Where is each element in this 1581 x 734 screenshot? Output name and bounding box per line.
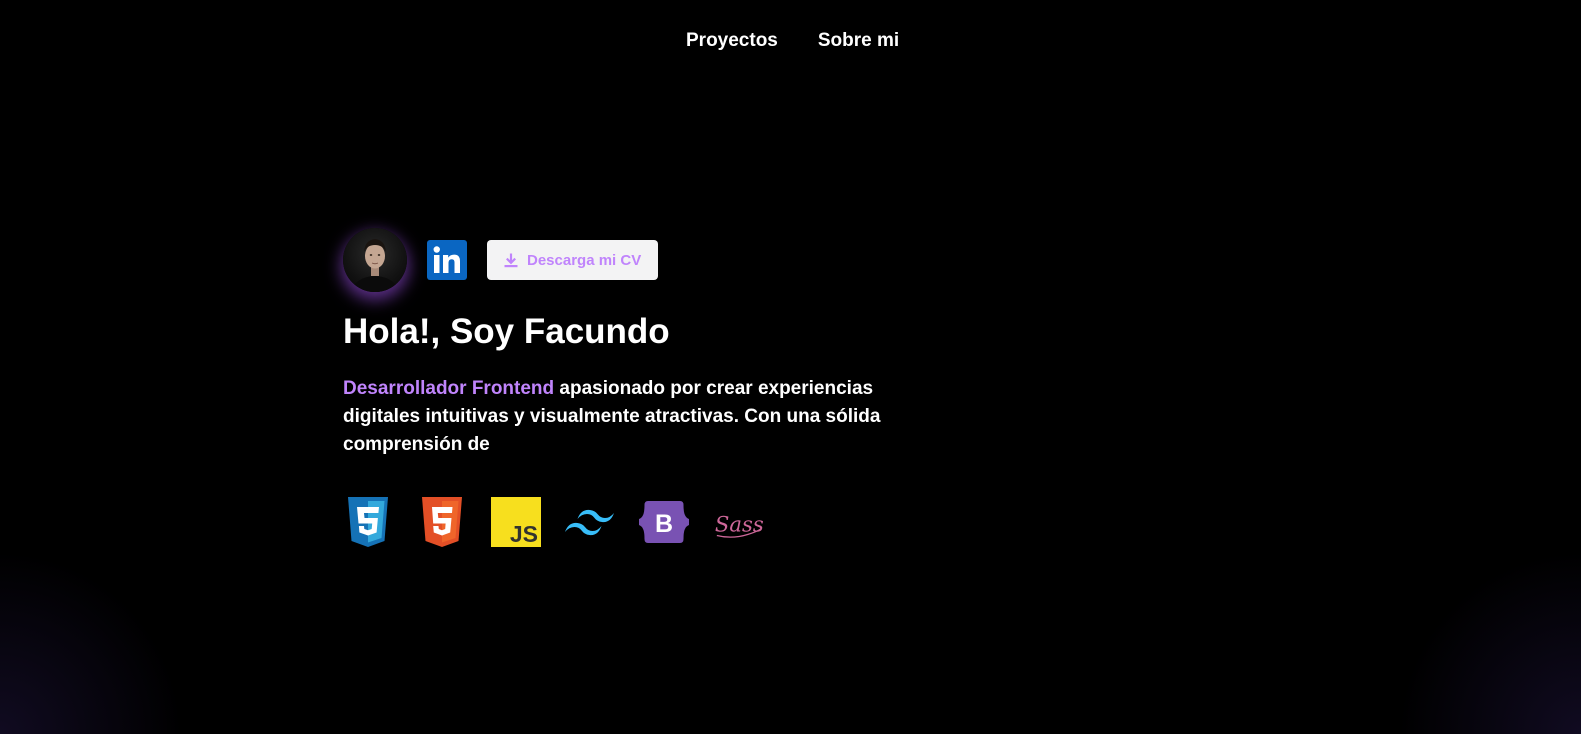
avatar	[343, 228, 407, 292]
linkedin-icon	[427, 240, 467, 280]
nav-link-sobre-mi[interactable]: Sobre mi	[818, 30, 899, 52]
hero-top-row: Descarga mi CV	[343, 227, 923, 293]
hero-role: Desarrollador Frontend	[343, 378, 555, 399]
css3-icon	[343, 497, 393, 547]
hero-greeting: Hola!, Soy Facundo	[343, 312, 670, 351]
tailwind-icon	[565, 497, 615, 547]
main-nav: Proyectos Sobre mi	[686, 30, 899, 52]
hero-bio: Desarrollador Frontend apasionado por cr…	[343, 375, 908, 459]
download-cv-label: Descarga mi CV	[527, 251, 642, 269]
svg-text:JS: JS	[510, 521, 538, 547]
linkedin-link[interactable]	[427, 240, 467, 280]
svg-text:Sass: Sass	[715, 512, 763, 537]
bootstrap-icon: B	[639, 497, 689, 547]
avatar-photo-icon	[349, 239, 401, 292]
download-icon	[504, 253, 518, 268]
tech-stack: JS B Sass	[343, 497, 923, 547]
nav-link-proyectos[interactable]: Proyectos	[686, 30, 778, 52]
svg-text:B: B	[655, 510, 673, 538]
html5-icon	[417, 497, 467, 547]
hero-section: Descarga mi CV Hola!, Soy Facundo Desarr…	[343, 227, 923, 547]
javascript-icon: JS	[491, 497, 541, 547]
sass-icon: Sass	[713, 497, 763, 547]
download-cv-button[interactable]: Descarga mi CV	[487, 240, 659, 280]
